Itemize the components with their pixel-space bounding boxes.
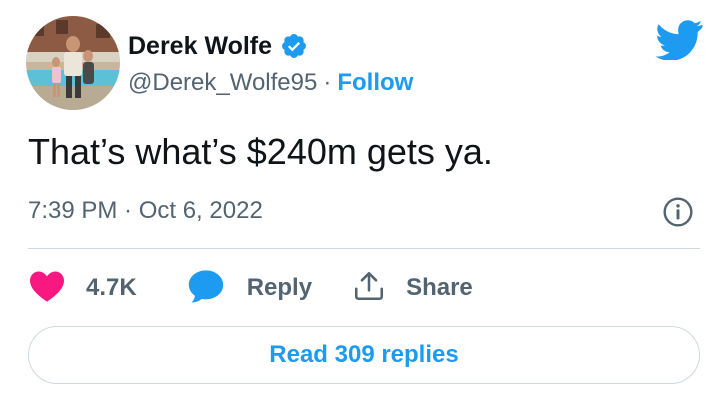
share-button[interactable]: Share bbox=[352, 269, 473, 308]
divider bbox=[28, 248, 700, 249]
reply-button[interactable]: Reply bbox=[187, 268, 312, 309]
speech-bubble-icon bbox=[187, 268, 225, 309]
verified-badge-icon bbox=[280, 32, 308, 60]
author-name-row: Derek Wolfe bbox=[128, 26, 308, 66]
read-replies-button[interactable]: Read 309 replies bbox=[28, 326, 700, 384]
author-handle[interactable]: @Derek_Wolfe95 bbox=[128, 71, 317, 95]
share-label: Share bbox=[406, 274, 473, 301]
info-icon[interactable] bbox=[662, 196, 694, 228]
like-count: 4.7K bbox=[86, 274, 137, 301]
like-button[interactable]: 4.7K bbox=[28, 269, 137, 308]
twitter-bird-icon[interactable] bbox=[655, 20, 703, 61]
avatar-photo bbox=[26, 16, 120, 110]
read-replies-label: Read 309 replies bbox=[269, 341, 459, 368]
tweet-timestamp[interactable]: 7:39 PM · Oct 6, 2022 bbox=[28, 194, 263, 228]
handle-separator: · bbox=[323, 69, 332, 96]
avatar[interactable] bbox=[26, 16, 120, 110]
reply-label: Reply bbox=[246, 274, 313, 301]
tweet-card: Derek Wolfe @Derek_Wolfe95 · Follow That… bbox=[0, 0, 727, 400]
tweet-text: That’s what’s $240m gets ya. bbox=[28, 131, 493, 172]
author-handle-row: @Derek_Wolfe95 · Follow bbox=[128, 66, 413, 100]
action-bar: 4.7K Reply Share bbox=[28, 266, 473, 310]
heart-icon bbox=[28, 269, 66, 308]
share-upload-icon bbox=[352, 269, 386, 308]
follow-button[interactable]: Follow bbox=[337, 71, 413, 95]
author-display-name[interactable]: Derek Wolfe bbox=[128, 33, 272, 59]
